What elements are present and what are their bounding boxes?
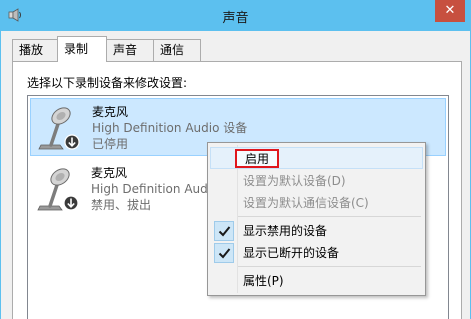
window-title: 声音 xyxy=(222,11,249,26)
microphone-icon xyxy=(37,105,83,151)
menu-item-show-disabled-devices[interactable]: 显示禁用的设备 xyxy=(210,220,423,242)
device-name: 麦克风 xyxy=(92,105,129,119)
menu-item-label: 设置为默认通信设备(C) xyxy=(243,196,369,210)
checkmark-icon xyxy=(214,243,234,263)
title-bar[interactable]: 声音 ✕ xyxy=(0,0,471,31)
menu-item-properties[interactable]: 属性(P) xyxy=(210,270,423,292)
close-button[interactable]: ✕ xyxy=(435,0,465,22)
disabled-arrow-badge-icon xyxy=(63,195,79,211)
menu-item-label: 属性(P) xyxy=(243,274,284,288)
disabled-arrow-badge-icon xyxy=(64,134,80,150)
menu-item-label: 显示禁用的设备 xyxy=(243,224,328,238)
instruction-text: 选择以下录制设备来修改设置: xyxy=(27,76,188,90)
tab-sounds[interactable]: 声音 xyxy=(106,39,154,61)
checkmark-icon xyxy=(214,221,234,241)
device-status: 禁用、拔出 xyxy=(91,198,152,212)
menu-item-set-default-device: 设置为默认设备(D) xyxy=(210,170,423,192)
menu-item-label: 显示已断开的设备 xyxy=(243,246,340,260)
menu-item-enable[interactable]: 启用 xyxy=(210,147,423,169)
device-name: 麦克风 xyxy=(91,166,128,180)
tab-communications[interactable]: 通信 xyxy=(153,39,201,61)
menu-separator xyxy=(238,216,421,217)
microphone-icon xyxy=(36,166,82,212)
close-icon: ✕ xyxy=(444,3,456,18)
device-status: 已停用 xyxy=(92,137,129,151)
device-driver: High Definition Audio 设备 xyxy=(92,121,248,135)
menu-separator xyxy=(238,266,421,267)
menu-item-label: 启用 xyxy=(235,149,280,168)
menu-item-show-disconnected-devices[interactable]: 显示已断开的设备 xyxy=(210,242,423,264)
menu-item-set-default-communication-device: 设置为默认通信设备(C) xyxy=(210,192,423,214)
device-context-menu: 启用 设置为默认设备(D) 设置为默认通信设备(C) 显示禁用的设备 显示已断开… xyxy=(207,142,426,296)
tab-playback[interactable]: 播放 xyxy=(12,39,58,61)
menu-item-label: 设置为默认设备(D) xyxy=(243,174,346,188)
tab-recording[interactable]: 录制 xyxy=(57,36,107,62)
